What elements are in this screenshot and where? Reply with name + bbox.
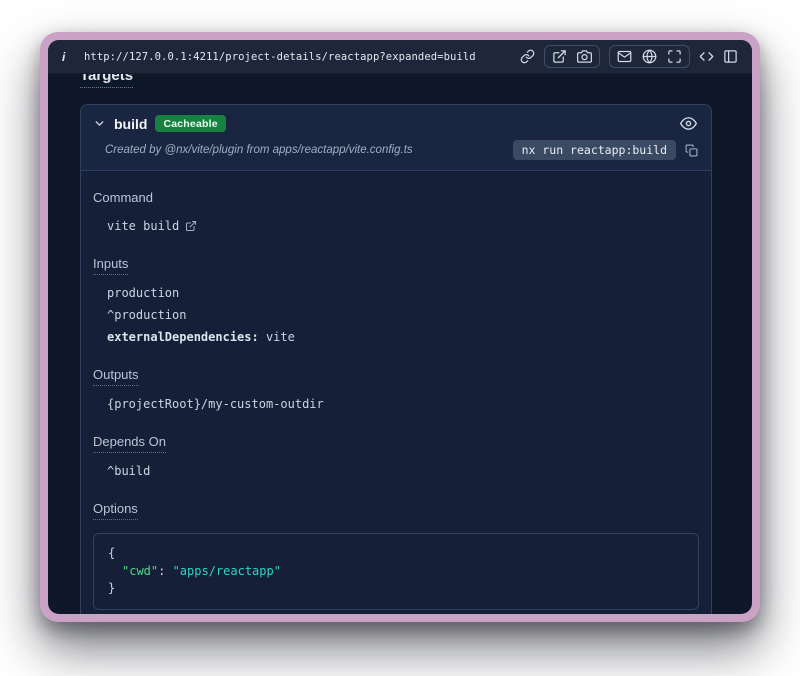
- run-command-chip[interactable]: nx run reactapp:build: [513, 140, 676, 160]
- input-item: production: [107, 286, 699, 300]
- section-inputs: Inputs production ^production externalDe…: [93, 255, 699, 344]
- input-item: ^production: [107, 308, 699, 322]
- section-command: Command vite build: [93, 189, 699, 233]
- page-content: Targets build Cacheable: [48, 74, 752, 614]
- json-key: "cwd": [122, 564, 158, 578]
- inputs-label[interactable]: Inputs: [93, 256, 128, 275]
- browser-window: i http://127.0.0.1:4211/project-details/…: [40, 32, 760, 622]
- mail-icon[interactable]: [617, 49, 632, 64]
- section-outputs: Outputs {projectRoot}/my-custom-outdir: [93, 366, 699, 411]
- command-value: vite build: [107, 219, 179, 233]
- json-value: "apps/reactapp": [173, 564, 281, 578]
- target-card-build: build Cacheable Created by @nx/vite/plug…: [80, 104, 712, 614]
- screenshot-icon[interactable]: [552, 49, 567, 64]
- maximize-icon[interactable]: [667, 49, 682, 64]
- options-label[interactable]: Options: [93, 501, 138, 520]
- tools-icon-group: [609, 45, 690, 68]
- sidebar-panel-icon[interactable]: [723, 49, 738, 64]
- created-by-text: Created by @nx/vite/plugin from apps/rea…: [105, 144, 413, 156]
- input-kv-value: vite: [259, 330, 295, 344]
- camera-icon[interactable]: [577, 49, 592, 64]
- target-card-build-header: build Cacheable Created by @nx/vite/plug…: [81, 105, 711, 171]
- capture-icon-group: [544, 45, 600, 68]
- json-colon: :: [158, 564, 172, 578]
- output-item: {projectRoot}/my-custom-outdir: [107, 397, 699, 411]
- depends-on-label[interactable]: Depends On: [93, 434, 166, 453]
- titlebar-actions: [520, 45, 738, 68]
- json-open-brace: {: [108, 545, 684, 563]
- code-icon[interactable]: [699, 49, 714, 64]
- json-close-brace: }: [108, 580, 684, 598]
- depends-on-item: ^build: [107, 464, 699, 478]
- page-title-text: Targets: [80, 74, 133, 88]
- copy-icon[interactable]: [684, 143, 699, 158]
- info-icon: i: [62, 50, 72, 64]
- outputs-label[interactable]: Outputs: [93, 367, 139, 386]
- target-card-build-body: Command vite build: [81, 171, 711, 614]
- page-title: Targets: [80, 74, 712, 88]
- external-link-icon[interactable]: [185, 220, 197, 232]
- options-json-block: { "cwd": "apps/reactapp" }: [93, 533, 699, 610]
- chevron-down-icon[interactable]: [93, 117, 106, 130]
- command-label: Command: [93, 190, 153, 208]
- input-item-kv: externalDependencies: vite: [107, 330, 699, 344]
- browser-titlebar: i http://127.0.0.1:4211/project-details/…: [48, 40, 752, 74]
- cacheable-badge: Cacheable: [155, 115, 225, 132]
- section-depends-on: Depends On ^build: [93, 433, 699, 478]
- section-options: Options { "cwd": "apps/reactapp" }: [93, 500, 699, 610]
- json-cwd-line: "cwd": "apps/reactapp": [108, 563, 684, 581]
- eye-icon[interactable]: [678, 113, 699, 134]
- globe-icon[interactable]: [642, 49, 657, 64]
- input-kv-key: externalDependencies:: [107, 330, 259, 344]
- url-text[interactable]: http://127.0.0.1:4211/project-details/re…: [84, 51, 476, 63]
- link-icon[interactable]: [520, 49, 535, 64]
- browser-window-inner: i http://127.0.0.1:4211/project-details/…: [48, 40, 752, 614]
- desktop-background: i http://127.0.0.1:4211/project-details/…: [0, 0, 800, 676]
- target-name[interactable]: build: [114, 116, 147, 132]
